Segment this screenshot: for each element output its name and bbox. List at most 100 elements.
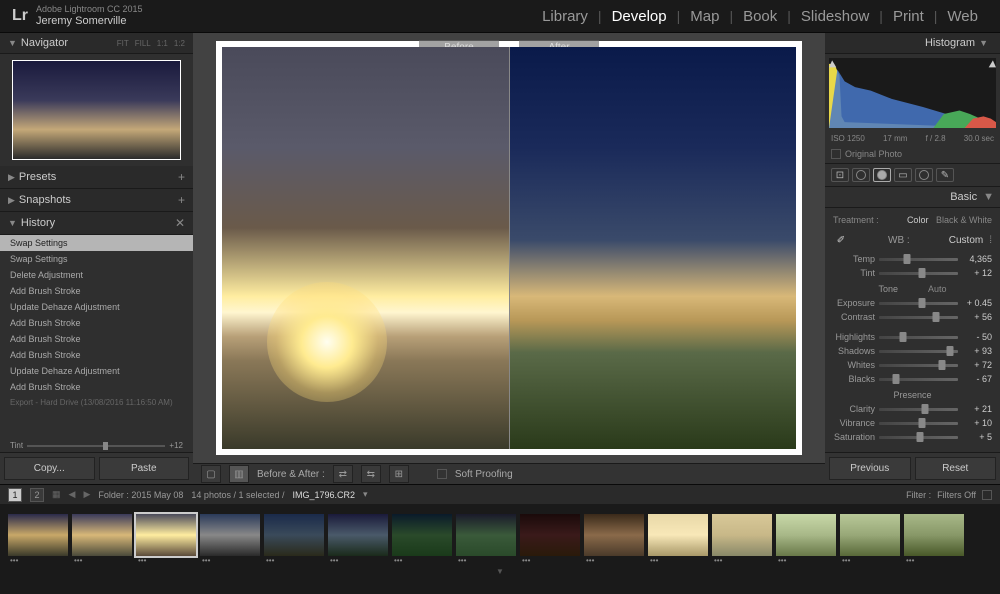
exposure-slider[interactable]: Exposure + 0.45 <box>831 296 994 310</box>
module-book[interactable]: Book <box>733 8 787 25</box>
wb-value[interactable]: Custom <box>949 235 983 246</box>
filmstrip-thumb[interactable]: ••• <box>776 514 836 556</box>
module-library[interactable]: Library <box>532 8 598 25</box>
contrast-slider[interactable]: Contrast + 56 <box>831 310 994 324</box>
copy-button[interactable]: Copy... <box>4 457 95 480</box>
plus-icon[interactable]: + <box>178 193 185 207</box>
saturation-slider[interactable]: Saturation + 5 <box>831 430 994 444</box>
filmstrip-thumb[interactable]: ••• <box>712 514 772 556</box>
histogram-display[interactable] <box>829 58 996 128</box>
temp-slider[interactable]: Temp 4,365 <box>831 252 994 266</box>
filmstrip[interactable]: ••••••••••••••••••••••••••••••••••••••••… <box>0 504 1000 566</box>
chevron-down-icon: ▼ <box>8 38 17 48</box>
history-item[interactable]: Export - Hard Drive (13/08/2016 11:16:50… <box>0 395 193 410</box>
display-1-button[interactable]: 1 <box>8 488 22 502</box>
eyedropper-icon[interactable]: ✐ <box>833 232 849 248</box>
crop-tool[interactable]: ⊡ <box>831 168 849 182</box>
module-print[interactable]: Print <box>883 8 934 25</box>
before-after-button[interactable]: ▥ <box>229 465 249 483</box>
next-icon[interactable]: ▶ <box>83 489 90 500</box>
ba-mode-1-button[interactable]: ⇄ <box>333 465 353 483</box>
navigator-title: Navigator <box>21 37 117 49</box>
module-map[interactable]: Map <box>680 8 729 25</box>
navigator-preview[interactable] <box>12 60 181 160</box>
chevron-down-icon: ▼ <box>8 218 17 228</box>
app-header: Lr Adobe Lightroom CC 2015 Jeremy Somerv… <box>0 0 1000 33</box>
iso-value: ISO 1250 <box>831 134 865 143</box>
tint-slider[interactable]: Tint + 12 <box>831 266 994 280</box>
filmstrip-thumb[interactable]: ••• <box>904 514 964 556</box>
history-item[interactable]: Add Brush Stroke <box>0 379 193 395</box>
paste-button[interactable]: Paste <box>99 457 190 480</box>
history-item[interactable]: Swap Settings <box>0 235 193 251</box>
filmstrip-thumb[interactable]: ••• <box>520 514 580 556</box>
image-frame[interactable]: Before After <box>216 41 802 455</box>
folder-path[interactable]: Folder : 2015 May 08 <box>98 490 183 500</box>
snapshots-title: Snapshots <box>19 194 178 206</box>
navigator-zoom[interactable]: FITFILL1:11:2 <box>117 39 185 48</box>
presets-header[interactable]: ▶ Presets + <box>0 166 193 189</box>
collapse-filmstrip-icon[interactable]: ▼ <box>0 566 1000 576</box>
grid-icon[interactable]: ▦ <box>52 489 61 500</box>
filmstrip-thumb[interactable]: ••• <box>136 514 196 556</box>
ba-mode-3-button[interactable]: ⊞ <box>389 465 409 483</box>
auto-tone-button[interactable]: Auto <box>928 284 947 294</box>
filmstrip-thumb[interactable]: ••• <box>584 514 644 556</box>
filmstrip-thumb[interactable]: ••• <box>840 514 900 556</box>
snapshots-header[interactable]: ▶ Snapshots + <box>0 189 193 212</box>
close-icon[interactable]: ✕ <box>175 216 185 230</box>
history-item[interactable]: Update Dehaze Adjustment <box>0 299 193 315</box>
filmstrip-thumb[interactable]: ••• <box>392 514 452 556</box>
filmstrip-thumb[interactable]: ••• <box>456 514 516 556</box>
treatment-bw[interactable]: Black & White <box>936 215 992 225</box>
shadows-slider[interactable]: Shadows + 93 <box>831 344 994 358</box>
history-item[interactable]: Delete Adjustment <box>0 267 193 283</box>
filter-state[interactable]: Filters Off <box>937 490 976 500</box>
reset-button[interactable]: Reset <box>915 457 997 480</box>
history-item[interactable]: Add Brush Stroke <box>0 347 193 363</box>
module-develop[interactable]: Develop <box>602 8 677 25</box>
treatment-color[interactable]: Color <box>907 215 929 225</box>
highlights-slider[interactable]: Highlights - 50 <box>831 330 994 344</box>
plus-icon[interactable]: + <box>178 170 185 184</box>
filmstrip-thumb[interactable]: ••• <box>328 514 388 556</box>
vibrance-slider[interactable]: Vibrance + 10 <box>831 416 994 430</box>
history-item[interactable]: Add Brush Stroke <box>0 331 193 347</box>
radial-tool[interactable] <box>915 168 933 182</box>
loupe-view-button[interactable]: ▢ <box>201 465 221 483</box>
history-item[interactable]: Add Brush Stroke <box>0 283 193 299</box>
blacks-slider[interactable]: Blacks - 67 <box>831 372 994 386</box>
clarity-slider[interactable]: Clarity + 21 <box>831 402 994 416</box>
gradient-tool[interactable]: ▭ <box>894 168 912 182</box>
filmstrip-thumb[interactable]: ••• <box>200 514 260 556</box>
filmstrip-thumb[interactable]: ••• <box>264 514 324 556</box>
module-slideshow[interactable]: Slideshow <box>791 8 879 25</box>
spot-tool[interactable] <box>852 168 870 182</box>
history-item[interactable]: Swap Settings <box>0 251 193 267</box>
filmstrip-thumb[interactable]: ••• <box>648 514 708 556</box>
soft-proof-checkbox[interactable] <box>437 469 447 479</box>
filmstrip-thumb[interactable]: ••• <box>72 514 132 556</box>
prev-icon[interactable]: ◀ <box>69 489 76 500</box>
history-title: History <box>21 217 175 229</box>
original-photo-toggle[interactable]: Original Photo <box>825 145 1000 163</box>
whites-slider[interactable]: Whites + 72 <box>831 358 994 372</box>
module-web[interactable]: Web <box>937 8 988 25</box>
history-item[interactable]: Update Dehaze Adjustment <box>0 363 193 379</box>
wb-label: WB : <box>855 235 943 246</box>
redeye-tool[interactable] <box>873 168 891 182</box>
histogram-header[interactable]: Histogram ▼ <box>825 33 1000 54</box>
navigator-header[interactable]: ▼ Navigator FITFILL1:11:2 <box>0 33 193 54</box>
ba-mode-2-button[interactable]: ⇆ <box>361 465 381 483</box>
local-adjust-tools: ⊡ ▭ ✎ <box>825 163 1000 187</box>
history-header[interactable]: ▼ History ✕ <box>0 212 193 235</box>
filmstrip-thumb[interactable]: ••• <box>8 514 68 556</box>
brush-tool[interactable]: ✎ <box>936 168 954 182</box>
filter-toggle[interactable] <box>982 490 992 500</box>
previous-button[interactable]: Previous <box>829 457 911 480</box>
user-name[interactable]: Jeremy Somerville <box>36 15 143 27</box>
history-item[interactable]: Add Brush Stroke <box>0 315 193 331</box>
display-2-button[interactable]: 2 <box>30 488 44 502</box>
current-filename: IMG_1796.CR2 <box>293 490 356 500</box>
basic-header[interactable]: Basic ▼ <box>825 187 1000 208</box>
